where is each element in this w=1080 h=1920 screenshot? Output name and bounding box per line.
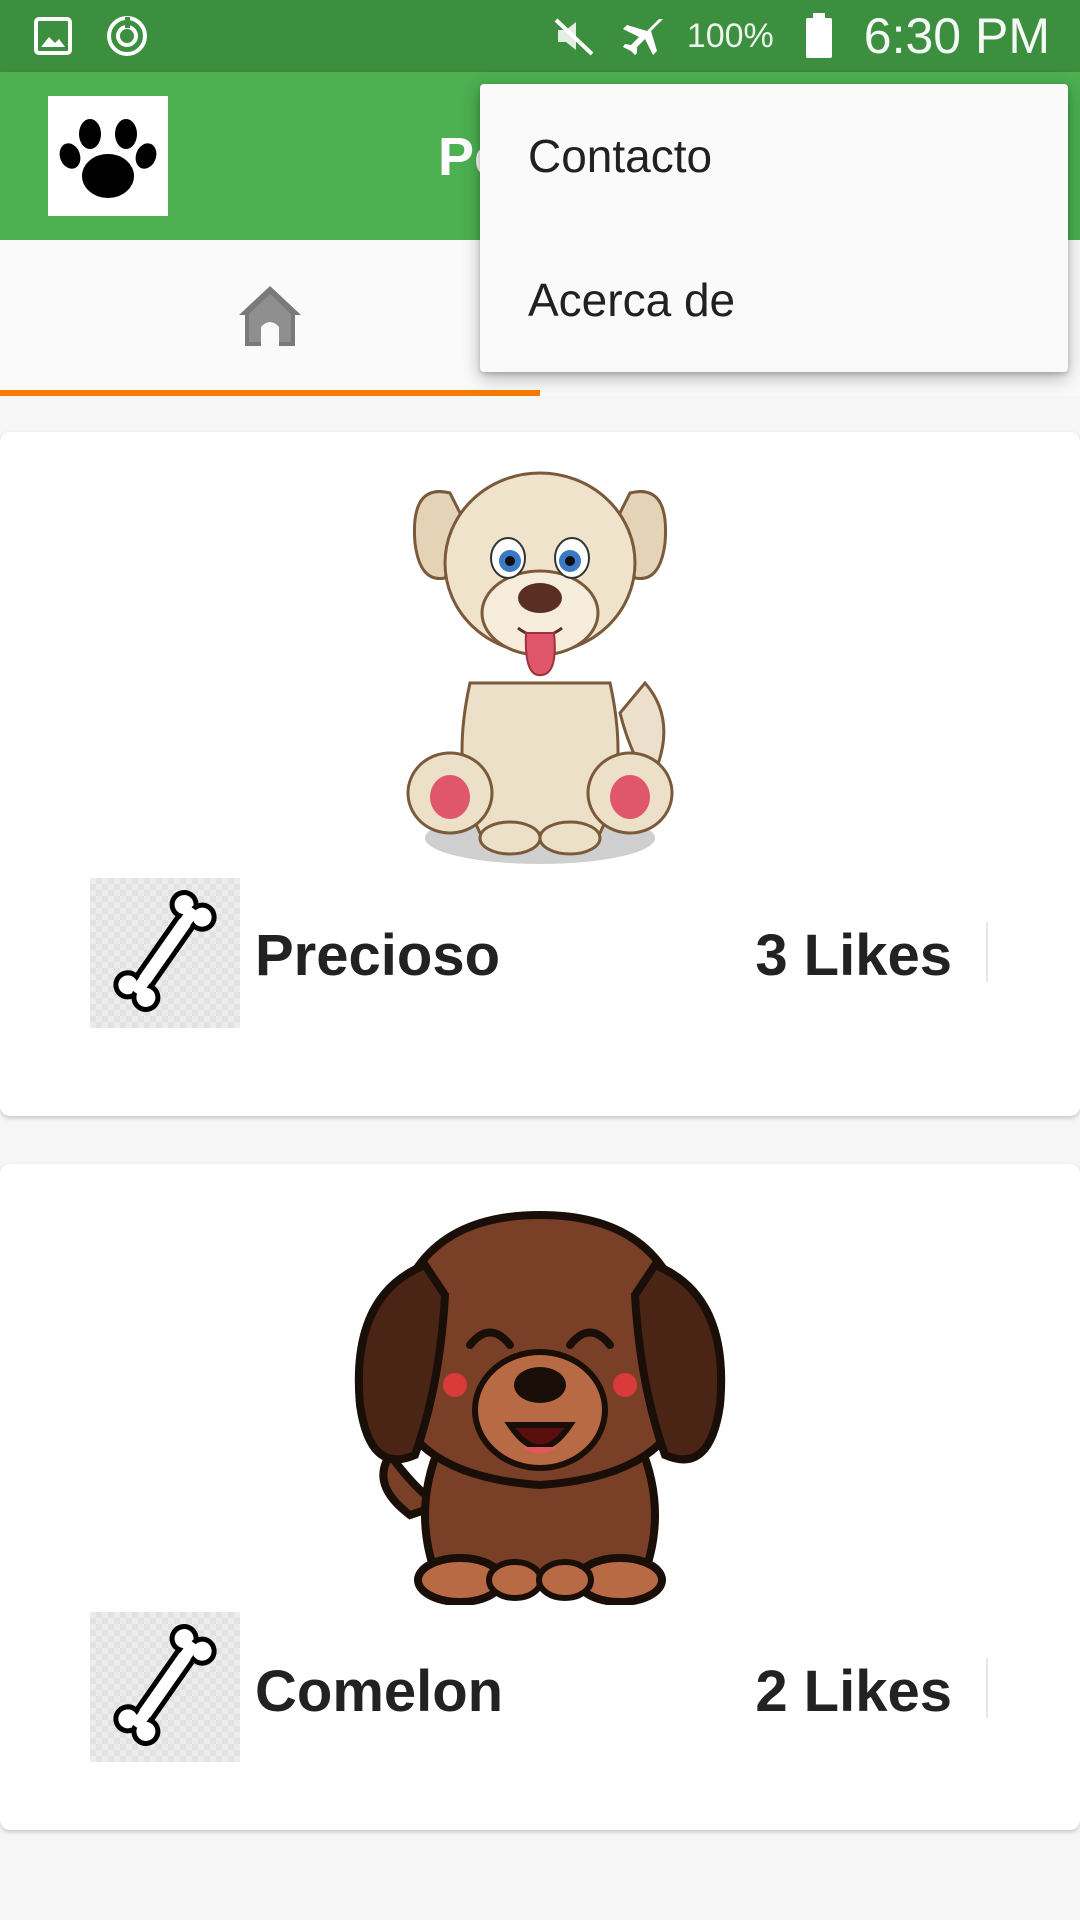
pet-name: Comelon: [255, 1659, 504, 1724]
overflow-menu: Contacto Acerca de: [480, 84, 1068, 372]
doghouse-icon: [235, 283, 305, 354]
pet-photo: [320, 1170, 760, 1620]
divider: [986, 922, 988, 982]
pet-name: Precioso: [255, 923, 500, 988]
tab-home[interactable]: [0, 240, 540, 396]
like-bone-button[interactable]: [90, 1612, 240, 1762]
like-bone-button[interactable]: [90, 878, 240, 1028]
sync-icon: [104, 13, 150, 59]
mute-icon: [551, 13, 597, 59]
battery-icon: [796, 13, 842, 59]
bone-icon: [110, 886, 220, 1021]
status-bar: 100% 6:30 PM: [0, 0, 1080, 72]
pet-photo: [320, 438, 760, 888]
divider: [986, 1658, 988, 1718]
menu-item-contacto[interactable]: Contacto: [480, 84, 1068, 228]
menu-item-acerca-de[interactable]: Acerca de: [480, 228, 1068, 372]
gallery-icon: [30, 13, 76, 59]
battery-percent: 100%: [686, 16, 774, 55]
pet-card: Comelon 2 Likes: [0, 1164, 1080, 1830]
pet-likes: 2 Likes: [755, 1659, 952, 1724]
airplane-mode-icon: [619, 13, 665, 59]
clock: 6:30 PM: [863, 8, 1050, 64]
bone-icon: [110, 1620, 220, 1755]
pet-card: Precioso 3 Likes: [0, 432, 1080, 1116]
pet-likes: 3 Likes: [755, 923, 952, 988]
paw-icon: [48, 96, 168, 216]
